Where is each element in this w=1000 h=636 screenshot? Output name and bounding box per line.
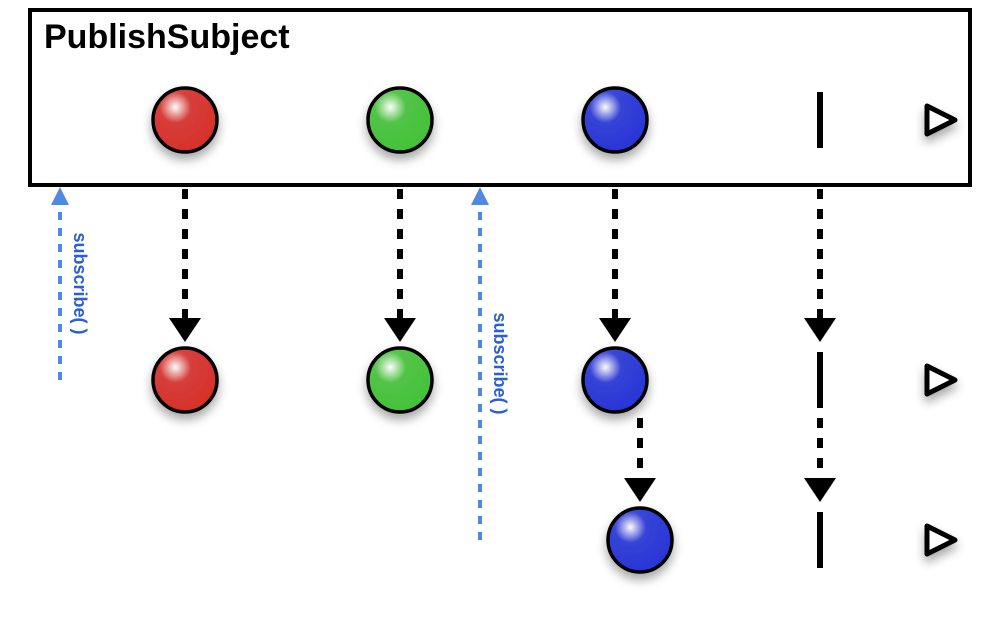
subscribe-label: subscribe( ) <box>70 232 90 334</box>
drop-arrow-obs1-2 <box>599 189 631 342</box>
observer2-marble-0 <box>608 508 672 572</box>
diagram-title: PublishSubject <box>44 18 290 56</box>
observer1-marble-1 <box>368 348 432 412</box>
subscribe-arrow-2: subscribe( ) <box>471 187 510 540</box>
source-marble-2 <box>583 88 647 152</box>
subscribe-label: subscribe( ) <box>490 312 510 414</box>
source-marble-0 <box>153 88 217 152</box>
observer1-marble-0 <box>153 348 217 412</box>
drop-arrow-obs2-1 <box>804 418 836 502</box>
source-marble-1 <box>368 88 432 152</box>
drop-arrow-obs1-1 <box>384 189 416 342</box>
observer2-timeline <box>440 512 955 568</box>
drop-arrow-obs1-0 <box>169 189 201 342</box>
drop-arrow-obs1-3 <box>804 189 836 342</box>
drop-arrow-obs2-0 <box>624 418 656 502</box>
observer1-marble-2 <box>583 348 647 412</box>
subscribe-arrow-1: subscribe( ) <box>51 187 90 380</box>
